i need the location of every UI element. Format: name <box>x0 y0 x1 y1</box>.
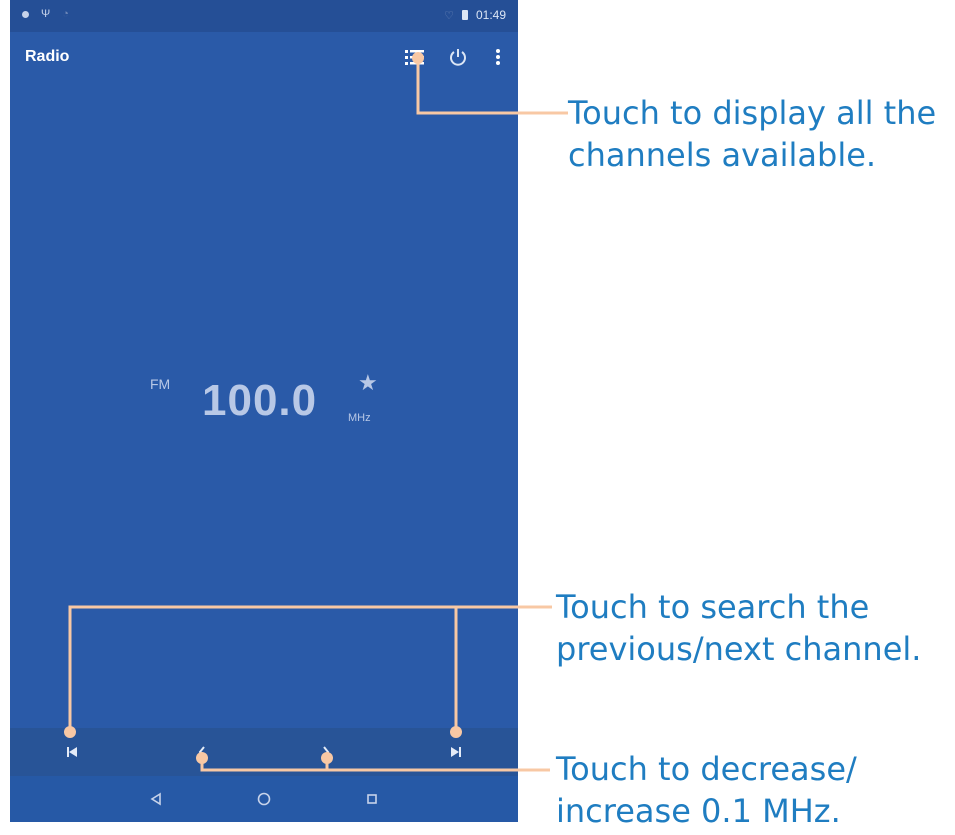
band-label: FM <box>150 376 171 392</box>
system-nav-bar <box>10 776 518 822</box>
callout-tune-line2: increase 0.1 MHz. <box>556 792 841 830</box>
callout-search: Touch to search the previous/next channe… <box>556 586 921 670</box>
callout-search-line1: Touch to search the <box>556 588 870 626</box>
channel-list-icon[interactable] <box>401 43 429 71</box>
app-title: Radio <box>25 48 70 65</box>
next-channel-icon[interactable] <box>444 740 468 764</box>
decrease-icon[interactable] <box>190 740 214 764</box>
callout-channels: Touch to display all the channels availa… <box>568 92 936 176</box>
increase-icon[interactable] <box>314 740 338 764</box>
radio-app-screen: Ψ ◔ ♡ 01:49 Radio FM 100.0 ★ MHz <box>10 0 518 822</box>
notification-icon <box>22 10 29 18</box>
callout-channels-line2: channels available. <box>568 136 877 174</box>
callout-tune-line1: Touch to decrease/ <box>556 750 857 788</box>
frequency-value: 100.0 <box>202 376 318 425</box>
signal-icon: ♡ <box>444 9 454 22</box>
status-bar: Ψ ◔ ♡ 01:49 <box>10 0 518 32</box>
tuner-display: FM 100.0 ★ MHz <box>10 360 518 450</box>
callout-search-line2: previous/next channel. <box>556 630 922 668</box>
more-vert-icon[interactable] <box>484 43 512 71</box>
callout-tune: Touch to decrease/ increase 0.1 MHz. <box>556 748 857 832</box>
wifi-icon: ◔ <box>62 8 69 20</box>
recents-icon[interactable] <box>362 789 382 809</box>
power-icon[interactable] <box>444 43 472 71</box>
status-time: 01:49 <box>475 8 506 22</box>
battery-icon <box>461 10 468 20</box>
home-icon[interactable] <box>254 789 274 809</box>
usb-icon: Ψ <box>41 8 51 20</box>
previous-channel-icon[interactable] <box>60 740 84 764</box>
callout-channels-line1: Touch to display all the <box>568 94 937 132</box>
tuning-controls <box>10 728 518 776</box>
star-icon[interactable]: ★ <box>358 370 378 396</box>
frequency-unit: MHz <box>348 412 371 424</box>
app-bar: Radio <box>10 32 518 84</box>
back-icon[interactable] <box>146 789 166 809</box>
